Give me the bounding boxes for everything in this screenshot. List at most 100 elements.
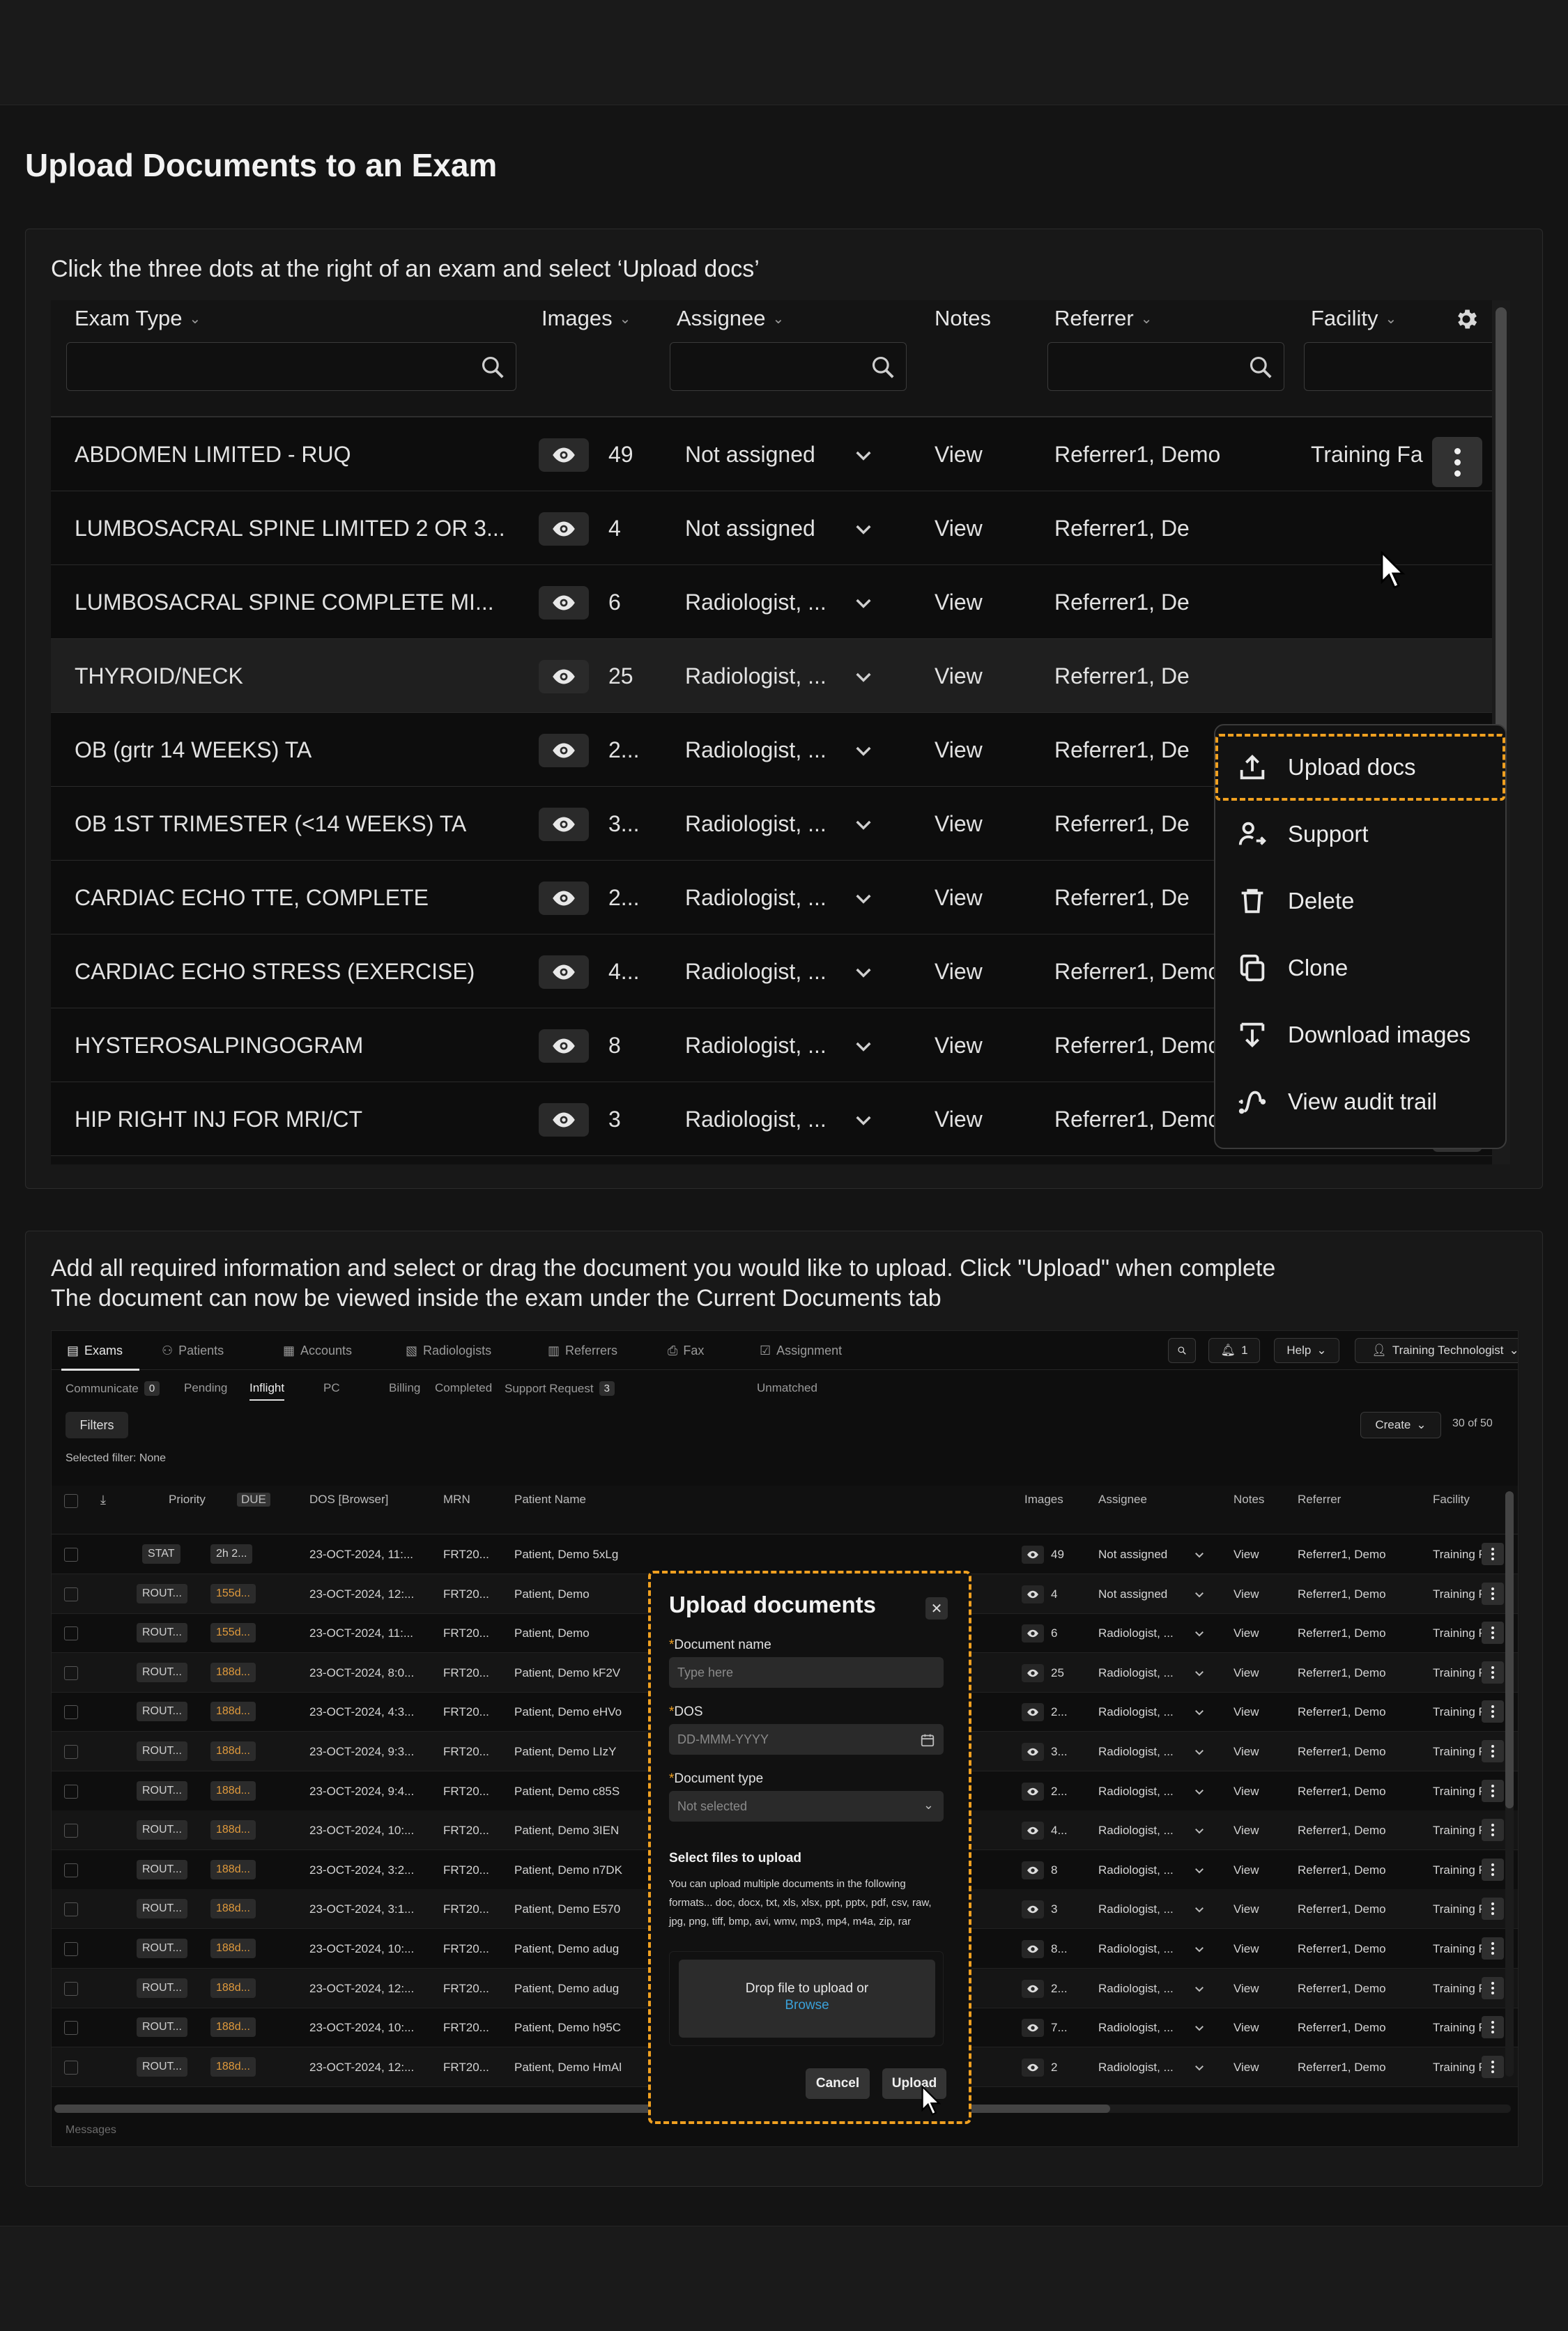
view-images-button[interactable] — [1022, 2019, 1044, 2038]
facility-filter-input[interactable] — [1304, 342, 1510, 391]
notes-view-link[interactable]: View — [935, 934, 997, 1008]
notes-view-link[interactable]: View — [935, 417, 997, 491]
view-images-button[interactable] — [1022, 1585, 1044, 1603]
view-images-button[interactable] — [1022, 1546, 1044, 1564]
col-facility[interactable]: Facility ⌄ — [1311, 306, 1397, 331]
notes-view-link[interactable]: View — [1233, 1889, 1268, 1929]
view-images-button[interactable] — [1022, 1900, 1044, 1919]
patient-name-cell[interactable]: Patient, Demo LIzY — [514, 1732, 633, 1771]
row-actions-button[interactable] — [1482, 1740, 1504, 1762]
view-images-button[interactable] — [539, 512, 589, 546]
row-actions-button[interactable] — [1482, 1779, 1504, 1802]
row-checkbox[interactable] — [64, 1665, 78, 1680]
chevron-down-icon[interactable] — [852, 961, 875, 983]
chevron-down-icon[interactable] — [1193, 2022, 1206, 2034]
cancel-button[interactable]: Cancel — [806, 2068, 870, 2099]
col-images[interactable]: Images — [1024, 1493, 1063, 1507]
view-images-button[interactable] — [539, 882, 589, 915]
row-actions-button[interactable] — [1482, 1976, 1504, 1999]
row-checkbox[interactable] — [64, 1626, 78, 1641]
notes-view-link[interactable]: View — [1233, 1732, 1268, 1771]
notes-view-link[interactable]: View — [1233, 1613, 1268, 1653]
view-images-button[interactable] — [1022, 1624, 1044, 1643]
chevron-down-icon[interactable] — [1193, 1824, 1206, 1837]
patient-name-cell[interactable]: Patient, Demo eHVo — [514, 1692, 633, 1732]
messages-bar[interactable]: Messages — [66, 2124, 116, 2137]
patient-name-cell[interactable]: Patient, Demo HmAl — [514, 2047, 633, 2087]
view-images-button[interactable] — [1022, 1663, 1044, 1682]
col-referrer[interactable]: Referrer ⌄ — [1054, 306, 1152, 331]
worklist-row[interactable]: STAT 2h 2... 23-OCT-2024, 11:... FRT20..… — [52, 1534, 1518, 1574]
patient-name-cell[interactable]: Patient, Demo adug — [514, 1929, 633, 1969]
notes-view-link[interactable]: View — [935, 491, 997, 565]
status-tab-billing[interactable]: Billing — [389, 1381, 420, 1395]
help-button[interactable]: Help ⌄ — [1274, 1338, 1339, 1363]
assignee-filter-input[interactable] — [670, 342, 907, 391]
notes-view-link[interactable]: View — [935, 787, 997, 861]
notes-view-link[interactable]: View — [935, 1082, 997, 1156]
row-actions-button[interactable] — [1482, 2055, 1504, 2078]
chevron-down-icon[interactable] — [1193, 1548, 1206, 1561]
col-dos[interactable]: DOS [Browser] — [309, 1493, 388, 1507]
create-button[interactable]: Create ⌄ — [1360, 1412, 1441, 1438]
nav-exams[interactable]: ▤ Exams — [67, 1344, 123, 1358]
chevron-down-icon[interactable] — [852, 1035, 875, 1057]
menu-item-download-images[interactable]: Download images — [1215, 1001, 1505, 1068]
view-images-button[interactable] — [1022, 1782, 1044, 1801]
chevron-down-icon[interactable] — [1193, 1746, 1206, 1758]
notes-view-link[interactable]: View — [1233, 2008, 1268, 2047]
view-images-button[interactable] — [1022, 1703, 1044, 1722]
row-checkbox[interactable] — [64, 1942, 78, 1956]
patient-name-cell[interactable]: Patient, Demo kF2V — [514, 1653, 633, 1693]
chevron-down-icon[interactable] — [1193, 1785, 1206, 1798]
nav-assignment[interactable]: ☑ Assignment — [760, 1344, 842, 1358]
notes-view-link[interactable]: View — [935, 861, 997, 934]
chevron-down-icon[interactable] — [1193, 1667, 1206, 1679]
col-due[interactable]: DUE — [237, 1493, 270, 1507]
patient-name-cell[interactable]: Patient, Demo adug — [514, 1969, 633, 2008]
row-actions-button[interactable] — [1482, 2016, 1504, 2039]
col-facility[interactable]: Facility — [1433, 1493, 1470, 1507]
chevron-down-icon[interactable] — [1193, 1943, 1206, 1955]
chevron-down-icon[interactable] — [1193, 1706, 1206, 1718]
dos-date-input[interactable]: DD-MMM-YYYY — [669, 1724, 944, 1755]
chevron-down-icon[interactable] — [852, 739, 875, 762]
row-checkbox[interactable] — [64, 1824, 78, 1838]
patient-name-cell[interactable]: Patient, Demo h95C — [514, 2008, 633, 2047]
nav-accounts[interactable]: ▦ Accounts — [283, 1344, 352, 1358]
status-tab-unmatched[interactable]: Unmatched — [757, 1381, 817, 1395]
menu-item-clone[interactable]: Clone — [1215, 934, 1505, 1001]
row-checkbox[interactable] — [64, 2060, 78, 2075]
exam-row[interactable]: THYROID/NECK 25 Radiologist, ... View Re… — [51, 639, 1510, 713]
gear-icon[interactable] — [1453, 306, 1479, 332]
notes-view-link[interactable]: View — [935, 713, 997, 787]
close-icon[interactable]: ✕ — [925, 1597, 948, 1620]
row-actions-button[interactable] — [1482, 1543, 1504, 1565]
row-actions-button[interactable] — [1482, 1819, 1504, 1842]
row-actions-button[interactable] — [1482, 1898, 1504, 1921]
view-images-button[interactable] — [1022, 1822, 1044, 1840]
row-checkbox[interactable] — [64, 2021, 78, 2036]
worklist-vertical-scrollbar[interactable] — [1505, 1491, 1514, 2077]
filters-button[interactable]: Filters — [66, 1412, 128, 1438]
chevron-down-icon[interactable] — [1193, 1588, 1206, 1601]
row-checkbox[interactable] — [64, 1705, 78, 1720]
patient-name-cell[interactable]: Patient, Demo n7DK — [514, 1850, 633, 1890]
notes-view-link[interactable]: View — [1233, 1850, 1268, 1890]
notes-view-link[interactable]: View — [935, 1008, 997, 1082]
col-assignee[interactable]: Assignee ⌄ — [677, 306, 784, 331]
chevron-down-icon[interactable] — [852, 887, 875, 909]
view-images-button[interactable] — [539, 586, 589, 620]
notifications-button[interactable]: 🔔︎ 1 — [1208, 1338, 1260, 1363]
patient-name-cell[interactable]: Patient, Demo — [514, 1574, 633, 1614]
row-actions-button[interactable] — [1482, 1622, 1504, 1645]
chevron-down-icon[interactable] — [852, 813, 875, 836]
notes-view-link[interactable]: View — [1233, 1534, 1268, 1574]
col-mrn[interactable]: MRN — [443, 1493, 470, 1507]
notes-view-link[interactable]: View — [1233, 1929, 1268, 1969]
row-checkbox[interactable] — [64, 1587, 78, 1601]
user-menu-button[interactable]: 👤︎ Training Technologist ⌄ — [1355, 1338, 1518, 1363]
chevron-down-icon[interactable] — [1193, 2061, 1206, 2074]
row-checkbox[interactable] — [64, 1981, 78, 1996]
view-images-button[interactable] — [539, 808, 589, 841]
